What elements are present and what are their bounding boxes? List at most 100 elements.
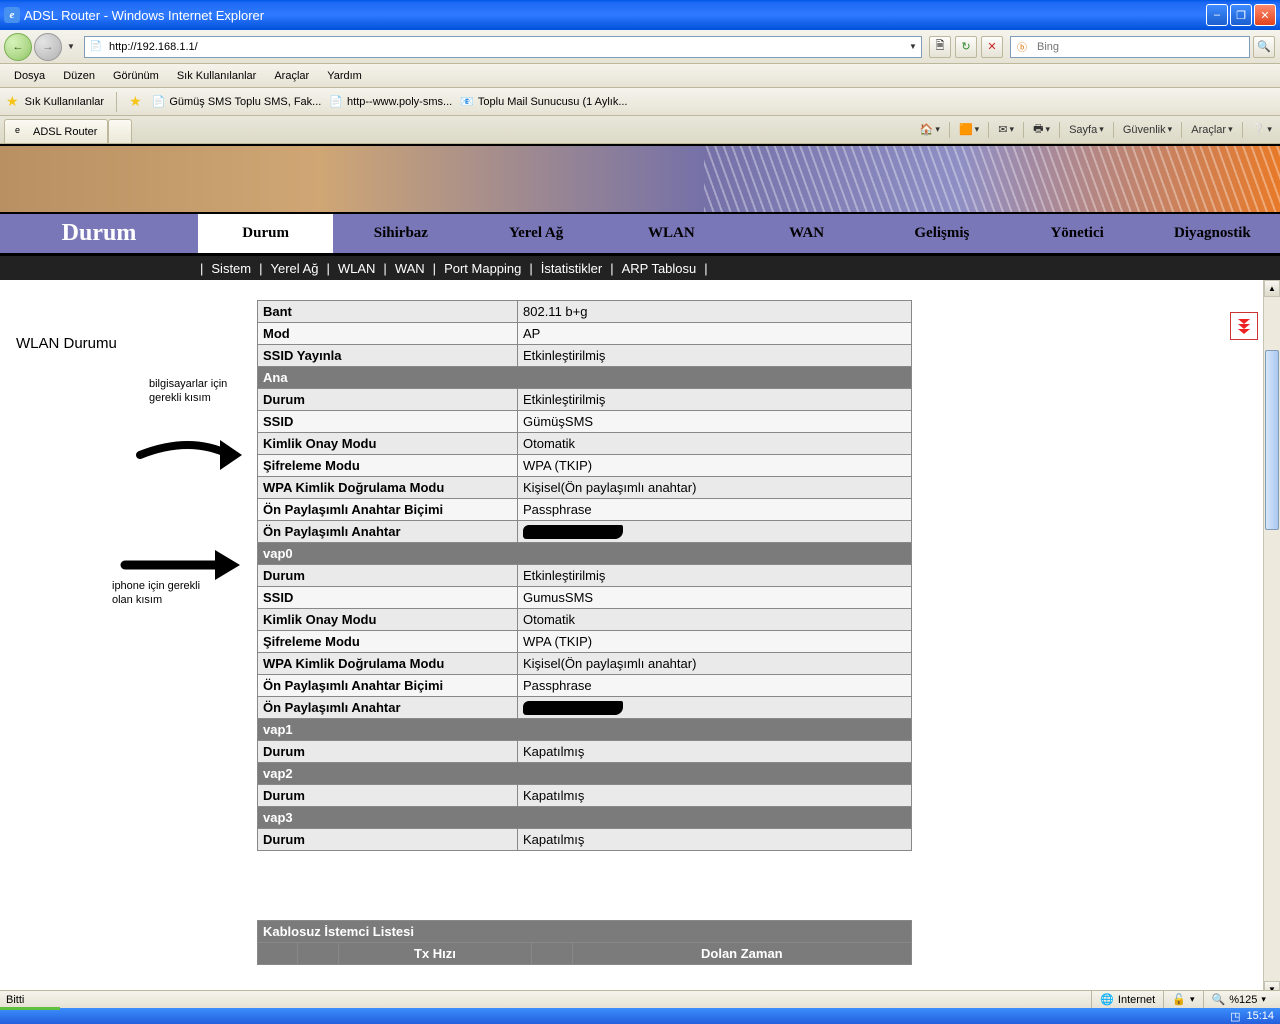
nav-yonetici[interactable]: Yönetici [1010, 214, 1145, 253]
subnav-sistem[interactable]: Sistem [207, 261, 255, 276]
back-button[interactable]: ← [4, 33, 32, 61]
fav-link-0[interactable]: 📄Gümüş SMS Toplu SMS, Fak... [152, 95, 322, 108]
minimize-button[interactable]: – [1206, 4, 1228, 26]
fav-link-1[interactable]: 📄http--www.poly-sms... [329, 95, 452, 108]
feeds-button[interactable]: 🟧 ▾ [955, 121, 983, 138]
page-icon: 📄 [152, 95, 166, 108]
compat-view-button[interactable]: 🗎 [929, 36, 951, 58]
row-label: Şifreleme Modu [258, 455, 518, 477]
row-label: Bant [258, 301, 518, 323]
menu-file[interactable]: Dosya [6, 67, 53, 85]
favorites-button[interactable]: ★Sık Kullanılanlar [6, 93, 104, 110]
nav-diyagnostik[interactable]: Diyagnostik [1145, 214, 1280, 253]
fav-link-2[interactable]: 📧Toplu Mail Sunucusu (1 Aylık... [460, 95, 627, 108]
forward-button[interactable]: → [34, 33, 62, 61]
browser-tab-active[interactable]: e ADSL Router [4, 119, 108, 143]
row-value: Kapatılmış [518, 829, 912, 851]
nav-durum[interactable]: Durum [198, 214, 333, 253]
subnav-wlan[interactable]: WLAN [334, 261, 380, 276]
address-bar[interactable]: 📄 ▼ [84, 36, 922, 58]
tab-bar: e ADSL Router 🏠 ▾ 🟧 ▾ ✉ ▾ 🖶 ▾ Sayfa ▾ Gü… [0, 116, 1280, 144]
row-value: Otomatik [518, 609, 912, 631]
help-button[interactable]: ❔▾ [1248, 121, 1276, 138]
row-value: Otomatik [518, 433, 912, 455]
table-row: WPA Kimlik Doğrulama ModuKişisel(Ön payl… [258, 653, 912, 675]
nav-history-dropdown[interactable]: ▼ [64, 42, 78, 51]
menu-help[interactable]: Yardım [319, 67, 370, 85]
menu-tools[interactable]: Araçlar [266, 67, 317, 85]
row-value: Kapatılmış [518, 741, 912, 763]
row-label: Durum [258, 829, 518, 851]
close-button[interactable]: ✕ [1254, 4, 1276, 26]
tools-menu[interactable]: Araçlar ▾ [1187, 122, 1236, 138]
router-banner [0, 144, 1280, 214]
stop-button[interactable]: ✕ [981, 36, 1003, 58]
table-row: Ön Paylaşımlı Anahtar [258, 697, 912, 719]
mail-button[interactable]: ✉ ▾ [994, 121, 1018, 138]
row-label: Durum [258, 565, 518, 587]
home-button[interactable]: 🏠 ▾ [916, 121, 944, 138]
page-menu[interactable]: Sayfa ▾ [1065, 122, 1108, 138]
wireless-client-table: Kablosuz İstemci Listesi Tx Hızı Dolan Z… [257, 920, 912, 965]
vertical-scrollbar[interactable]: ▲ ▼ [1263, 280, 1280, 998]
nav-sihirbaz[interactable]: Sihirbaz [333, 214, 468, 253]
table-row: SSIDGümüşSMS [258, 411, 912, 433]
address-dropdown[interactable]: ▼ [905, 42, 921, 51]
menu-favorites[interactable]: Sık Kullanılanlar [169, 67, 265, 85]
nav-gelismis[interactable]: Gelişmiş [874, 214, 1009, 253]
tray-icon[interactable]: ◳ [1230, 1010, 1240, 1023]
subnav-port-mapping[interactable]: Port Mapping [440, 261, 525, 276]
search-input[interactable] [1033, 41, 1249, 53]
client-col-4: Dolan Zaman [572, 943, 911, 965]
favorites-bar: ★Sık Kullanılanlar ★ 📄Gümüş SMS Toplu SM… [0, 88, 1280, 116]
safety-menu[interactable]: Güvenlik ▾ [1119, 122, 1176, 138]
zoom-control[interactable]: 🔍 %125 ▾ [1203, 991, 1274, 1008]
search-go-button[interactable]: 🔍 [1253, 36, 1275, 58]
command-bar: 🏠 ▾ 🟧 ▾ ✉ ▾ 🖶 ▾ Sayfa ▾ Güvenlik ▾ Araçl… [916, 118, 1276, 143]
scroll-down-button[interactable] [1230, 312, 1258, 340]
router-mainnav: Durum Durum Sihirbaz Yerel Ağ WLAN WAN G… [0, 214, 1280, 256]
router-subnav: | Sistem | Yerel Ağ | WLAN | WAN | Port … [0, 256, 1280, 280]
subnav-yerel-ag[interactable]: Yerel Ağ [267, 261, 323, 276]
table-row: Kimlik Onay ModuOtomatik [258, 609, 912, 631]
nav-wlan[interactable]: WLAN [604, 214, 739, 253]
new-tab-button[interactable] [108, 119, 132, 143]
nav-wan[interactable]: WAN [739, 214, 874, 253]
zone-indicator[interactable]: 🌐Internet [1091, 991, 1163, 1008]
row-value: 802.11 b+g [518, 301, 912, 323]
protected-mode-indicator[interactable]: 🔓▾ [1163, 991, 1202, 1008]
scroll-up-arrow[interactable]: ▲ [1264, 280, 1280, 297]
menu-view[interactable]: Görünüm [105, 67, 167, 85]
page-title: WLAN Durumu [16, 335, 117, 352]
wlan-status-table: Bant802.11 b+gModAPSSID YayınlaEtkinleşt… [257, 300, 912, 851]
add-favorite-button[interactable]: ★ [129, 93, 144, 110]
subnav-arp-tablosu[interactable]: ARP Tablosu [618, 261, 701, 276]
address-input[interactable] [107, 41, 905, 53]
scroll-thumb[interactable] [1265, 350, 1279, 530]
print-button[interactable]: 🖶 ▾ [1029, 118, 1054, 141]
table-row: WPA Kimlik Doğrulama ModuKişisel(Ön payl… [258, 477, 912, 499]
refresh-button[interactable]: ↻ [955, 36, 977, 58]
table-row: vap3 [258, 807, 912, 829]
table-row: DurumEtkinleştirilmiş [258, 565, 912, 587]
menu-edit[interactable]: Düzen [55, 67, 103, 85]
nav-yerel-ag[interactable]: Yerel Ağ [469, 214, 604, 253]
clock[interactable]: 15:14 [1246, 1010, 1274, 1022]
row-label: Kimlik Onay Modu [258, 433, 518, 455]
page-icon: 📄 [88, 39, 104, 55]
nav-section-title: Durum [0, 214, 198, 253]
row-label: Ön Paylaşımlı Anahtar [258, 521, 518, 543]
window-title: ADSL Router - Windows Internet Explorer [24, 8, 1206, 23]
client-col-3 [532, 943, 572, 965]
table-row: Ön Paylaşımlı Anahtar BiçimiPassphrase [258, 675, 912, 697]
row-value: Etkinleştirilmiş [518, 345, 912, 367]
search-bar[interactable]: ⓑ [1010, 36, 1250, 58]
ie-icon: e [15, 125, 29, 139]
table-row: Kimlik Onay ModuOtomatik [258, 433, 912, 455]
row-label: Durum [258, 741, 518, 763]
subnav-wan[interactable]: WAN [391, 261, 429, 276]
subnav-istatistikler[interactable]: İstatistikler [537, 261, 606, 276]
section-header: vap3 [258, 807, 912, 829]
maximize-button[interactable]: ❐ [1230, 4, 1252, 26]
row-value: Etkinleştirilmiş [518, 565, 912, 587]
